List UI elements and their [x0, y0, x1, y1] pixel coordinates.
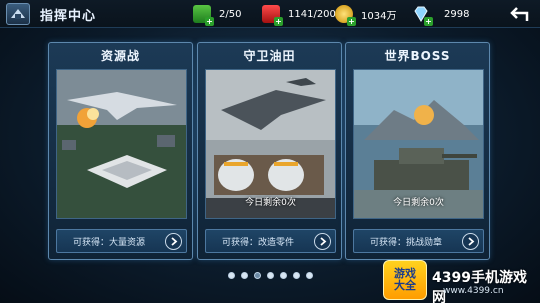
- card-resource-war[interactable]: 资源战 可获得：大量资源: [48, 42, 193, 260]
- page-title: 指挥中心: [40, 9, 97, 24]
- card-defend-oilfield[interactable]: 守卫油田 今日剩余0次 可获得：改造零件: [197, 42, 342, 260]
- top-bar: 指挥中心 + 2/50 + 1141/200 + 1034万 + 2998: [0, 0, 540, 28]
- page-dot[interactable]: [254, 272, 261, 279]
- diamond-value: 2998: [444, 8, 470, 20]
- gold-resource[interactable]: + 1034万: [335, 4, 397, 26]
- energy-value: 2/50: [219, 8, 242, 20]
- resource-war-artwork: [56, 69, 187, 219]
- reward-text: 可获得：挑战勋章: [370, 237, 443, 248]
- watermark-text: 4399手机游戏网: [432, 270, 527, 303]
- defend-oilfield-artwork: 今日剩余0次: [205, 69, 336, 219]
- page-dot[interactable]: [306, 272, 313, 279]
- go-button[interactable]: [165, 233, 182, 250]
- diamond-resource[interactable]: + 2998: [412, 4, 470, 26]
- world-boss-artwork: 今日剩余0次: [353, 69, 484, 219]
- page-dot[interactable]: [228, 272, 235, 279]
- back-button[interactable]: [508, 3, 532, 25]
- page-dot[interactable]: [293, 272, 300, 279]
- diamond-icon: +: [412, 5, 433, 26]
- green-energy-icon: +: [193, 5, 214, 26]
- fuel-value: 1141/200: [288, 8, 336, 20]
- reward-bar[interactable]: 可获得：改造零件: [205, 229, 336, 253]
- card-title: 守卫油田: [243, 49, 296, 63]
- reward-bar[interactable]: 可获得：大量资源: [56, 229, 187, 253]
- page-dot[interactable]: [267, 272, 274, 279]
- back-arrow-icon: [510, 7, 529, 21]
- go-button[interactable]: [314, 233, 331, 250]
- card-world-boss[interactable]: 世界BOSS 今日剩余0次 可获得：挑战勋章: [345, 42, 490, 260]
- page-dot[interactable]: [280, 272, 287, 279]
- reward-text: 可获得：大量资源: [73, 237, 146, 248]
- chevron-right-icon: [320, 237, 327, 246]
- page-dot[interactable]: [241, 272, 248, 279]
- gold-coin-icon: +: [335, 5, 356, 26]
- chevron-right-icon: [468, 237, 475, 246]
- remaining-attempts: 今日剩余0次: [245, 198, 296, 208]
- red-fuel-can-icon: +: [262, 5, 283, 26]
- gold-value: 1034万: [361, 10, 397, 22]
- fuel-resource[interactable]: + 1141/200: [262, 4, 336, 26]
- page-indicator: [228, 272, 313, 279]
- go-button[interactable]: [462, 233, 479, 250]
- chevron-right-icon: [171, 237, 178, 246]
- game-daquan-logo: 游戏 大全: [383, 260, 427, 300]
- reward-bar[interactable]: 可获得：挑战勋章: [353, 229, 484, 253]
- command-center-badge-icon: [6, 3, 30, 25]
- energy-resource[interactable]: + 2/50: [193, 4, 242, 26]
- remaining-attempts: 今日剩余0次: [393, 198, 444, 208]
- reward-text: 可获得：改造零件: [222, 237, 295, 248]
- card-title: 资源战: [100, 49, 140, 63]
- card-title: 世界BOSS: [384, 49, 451, 63]
- logo-line-2: 大全: [394, 279, 416, 292]
- watermark-url: www.4399.cn: [443, 286, 504, 296]
